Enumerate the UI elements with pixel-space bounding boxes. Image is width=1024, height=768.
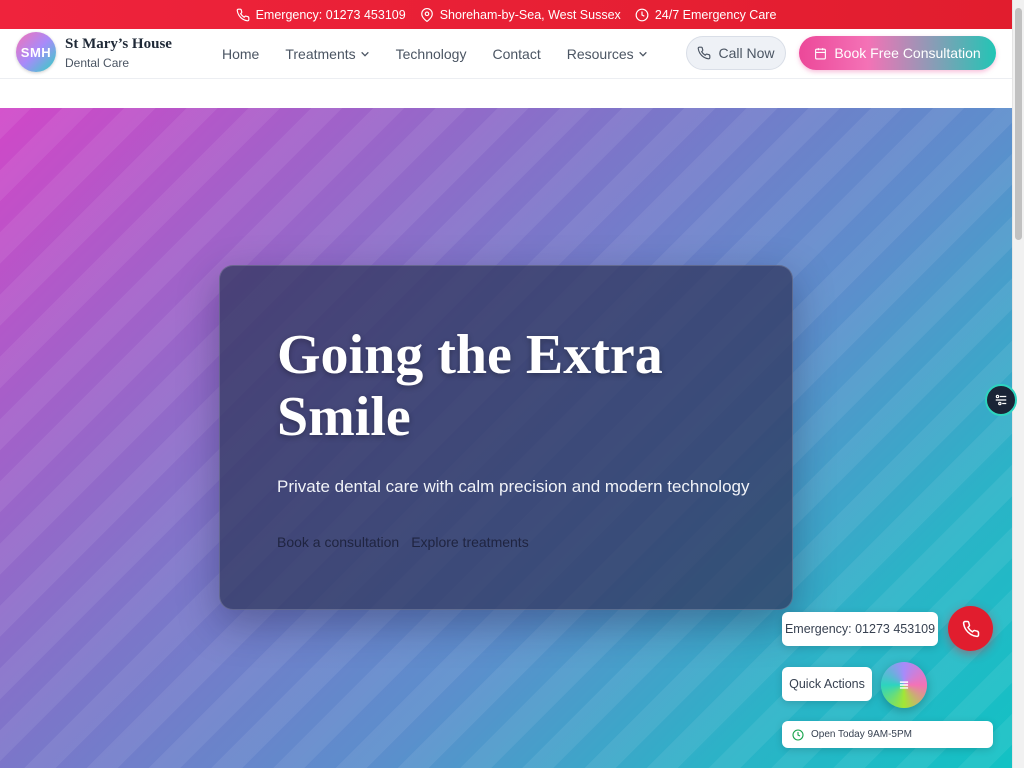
location-text: Shoreham-by-Sea, West Sussex — [439, 7, 621, 22]
chevron-down-icon — [360, 51, 369, 57]
settings-sliders-icon — [995, 394, 1007, 406]
phone-icon — [962, 620, 979, 637]
brand-subtitle: Dental Care — [65, 56, 130, 70]
book-consultation-label: Book Free Consultation — [834, 45, 981, 61]
nav-treatments-label: Treatments — [285, 46, 356, 62]
nav-contact-label: Contact — [492, 46, 541, 62]
logo-badge[interactable]: SMH — [16, 32, 56, 72]
book-consultation-link[interactable]: Book a consultation — [277, 534, 399, 550]
clock-icon — [635, 8, 649, 21]
quick-actions-pill[interactable]: Quick Actions — [782, 667, 872, 701]
menu-icon — [899, 681, 909, 689]
phone-icon — [698, 46, 711, 60]
site-header: SMH St Mary’s House Dental Care Home Tre… — [0, 29, 1012, 79]
hero-links: Book a consultation Explore treatments — [277, 534, 529, 550]
nav-home-label: Home — [222, 46, 260, 62]
care-text: 24/7 Emergency Care — [654, 7, 777, 22]
floating-emergency-text: Emergency: 01273 453109 — [784, 622, 936, 636]
nav-treatments[interactable]: Treatments — [285, 46, 369, 62]
scrollbar-thumb[interactable] — [1015, 8, 1022, 240]
emergency-call-fab[interactable] — [948, 606, 993, 651]
nav-resources[interactable]: Resources — [567, 46, 648, 62]
nav-resources-label: Resources — [566, 46, 634, 62]
nav-contact[interactable]: Contact — [492, 46, 540, 62]
calendar-icon — [815, 47, 827, 59]
explore-treatments-link[interactable]: Explore treatments — [411, 534, 529, 550]
page-scrollbar[interactable] — [1012, 0, 1024, 768]
hero-title: Going the Extra Smile — [277, 324, 663, 448]
floating-emergency-pill[interactable]: Emergency: 01273 453109 — [782, 612, 938, 646]
call-now-label: Call Now — [718, 45, 775, 61]
nav-technology-label: Technology — [395, 46, 467, 62]
clock-icon — [792, 728, 804, 741]
chevron-down-icon — [638, 51, 647, 57]
map-pin-icon — [420, 7, 433, 22]
brand-name[interactable]: St Mary’s House — [65, 36, 172, 53]
emergency-text: Emergency: 01273 453109 — [255, 7, 406, 22]
nav-technology[interactable]: Technology — [396, 46, 467, 62]
opening-hours-text: Open Today 9AM-5PM — [811, 729, 912, 740]
care-info: 24/7 Emergency Care — [635, 7, 777, 22]
side-panel-toggle[interactable] — [985, 384, 1017, 416]
top-info-bar: Emergency: 01273 453109 Shoreham-by-Sea,… — [0, 0, 1012, 29]
nav-home[interactable]: Home — [222, 46, 259, 62]
main-nav: Home Treatments Technology Contact Resou… — [222, 29, 674, 79]
book-consultation-button[interactable]: Book Free Consultation — [799, 36, 996, 70]
quick-actions-fab[interactable] — [881, 662, 927, 708]
opening-hours-pill: Open Today 9AM-5PM — [782, 721, 993, 748]
quick-actions-text: Quick Actions — [789, 677, 865, 691]
call-now-button[interactable]: Call Now — [686, 36, 786, 70]
hero-card: Going the Extra Smile Private dental car… — [219, 265, 793, 610]
location-info: Shoreham-by-Sea, West Sussex — [420, 8, 621, 22]
phone-icon — [236, 8, 249, 21]
emergency-info[interactable]: Emergency: 01273 453109 — [236, 8, 406, 22]
hero-subtitle: Private dental care with calm precision … — [277, 477, 750, 496]
